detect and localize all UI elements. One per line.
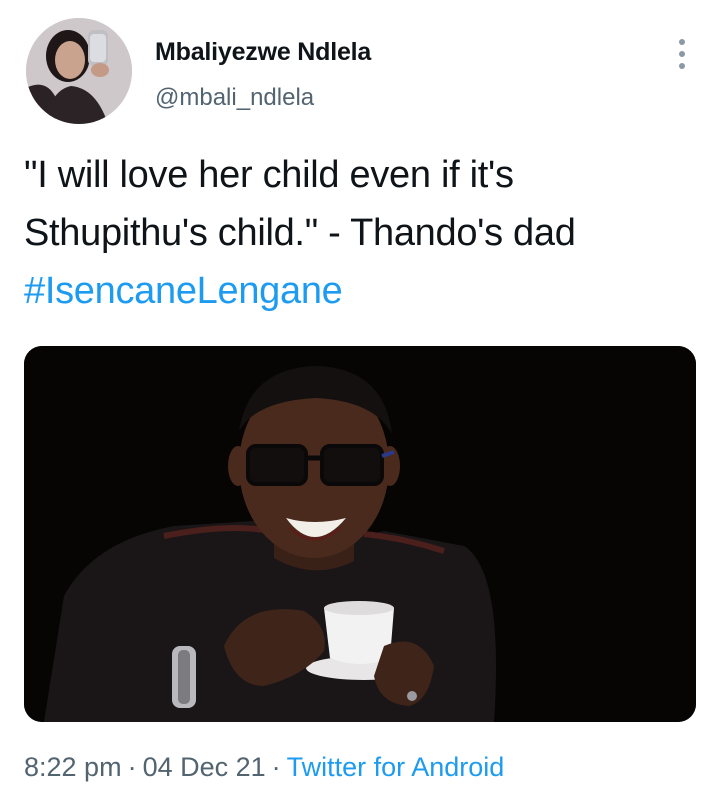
tweet-date[interactable]: 04 Dec 21: [143, 752, 266, 782]
more-dot: [679, 63, 685, 69]
more-options-icon[interactable]: [672, 36, 692, 72]
tweet-text-line: Sthupithu's child." - Thando's dad: [24, 212, 576, 254]
tweet-time[interactable]: 8:22 pm: [24, 752, 122, 782]
tweet-meta: 8:22 pm · 04 Dec 21 · Twitter for Android: [24, 752, 504, 783]
author-display-name[interactable]: Mbaliyezwe Ndlela: [155, 38, 371, 67]
more-dot: [679, 51, 685, 57]
media-image: [24, 346, 696, 722]
tweet-source-link[interactable]: Twitter for Android: [287, 752, 505, 782]
more-dot: [679, 39, 685, 45]
avatar-image: [26, 18, 132, 124]
meta-separator: ·: [271, 752, 281, 782]
author-handle[interactable]: @mbali_ndlela: [155, 84, 314, 112]
author-avatar[interactable]: [26, 18, 132, 124]
tweet-media[interactable]: [24, 346, 696, 722]
hashtag-link[interactable]: #IsencaneLengane: [24, 262, 704, 320]
meta-separator: ·: [127, 752, 137, 782]
tweet-text: "I will love her child even if it's Sthu…: [24, 146, 704, 320]
tweet-text-line: "I will love her child even if it's: [24, 154, 514, 196]
tweet-card: Mbaliyezwe Ndlela @mbali_ndlela "I will …: [0, 0, 720, 799]
